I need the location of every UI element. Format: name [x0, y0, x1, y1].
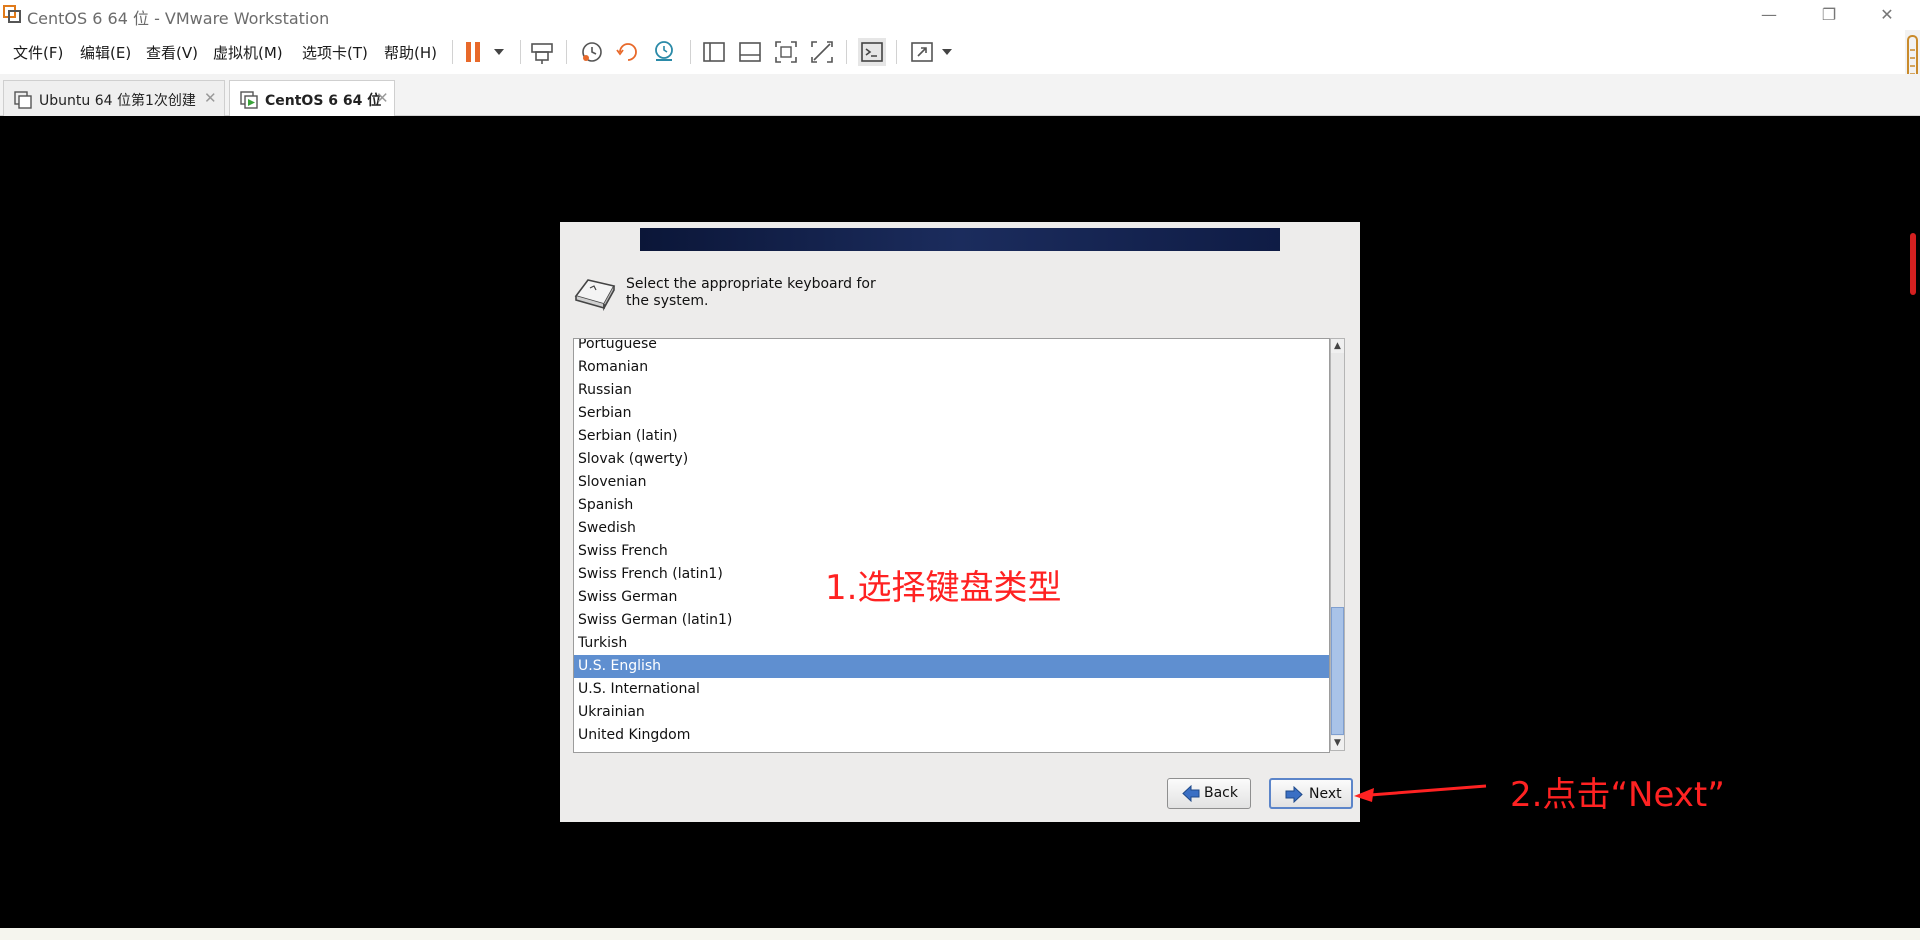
toolbar-separator [690, 40, 691, 64]
keyboard-list-item[interactable]: Turkish [574, 632, 1329, 655]
pause-icon[interactable] [460, 38, 488, 66]
installer-banner [640, 228, 1280, 251]
next-button-label: Next [1309, 786, 1342, 802]
keyboard-list-item[interactable]: Serbian (latin) [574, 425, 1329, 448]
window-title: CentOS 6 64 位 - VMware Workstation [27, 9, 330, 28]
tab-close-icon[interactable]: ✕ [376, 89, 389, 107]
stretch-icon[interactable] [908, 38, 936, 66]
keyboard-list-item[interactable]: Ukrainian [574, 701, 1329, 724]
full-screen-icon[interactable] [772, 38, 800, 66]
vm-running-tab-icon [240, 91, 258, 109]
scroll-up-icon[interactable]: ▲ [1331, 339, 1344, 353]
keyboard-list[interactable]: Portuguese Romanian Russian Serbian Serbian … [573, 338, 1330, 753]
back-arrow-icon [1182, 785, 1200, 802]
thumbnail-bar-icon[interactable] [736, 38, 764, 66]
stretch-dropdown-icon[interactable] [934, 38, 962, 66]
menu-help[interactable]: 帮助(H) [384, 42, 437, 63]
menu-edit[interactable]: 编辑(E) [80, 42, 131, 63]
tab-label: Ubuntu 64 位第1次创建 [39, 93, 196, 109]
keyboard-prompt: Select the appropriate keyboard for the … [626, 276, 876, 309]
toolbar-separator [846, 40, 847, 64]
keyboard-list-item[interactable]: Slovenian [574, 471, 1329, 494]
close-button[interactable]: ✕ [1864, 0, 1910, 30]
unity-icon[interactable] [808, 38, 836, 66]
scroll-down-icon[interactable]: ▼ [1331, 736, 1344, 750]
keyboard-list-item[interactable]: Swiss German (latin1) [574, 609, 1329, 632]
toolbar-separator [566, 40, 567, 64]
menu-file[interactable]: 文件(F) [13, 42, 63, 63]
next-button[interactable]: Next [1269, 778, 1353, 809]
keyboard-list-item[interactable]: Slovak (qwerty) [574, 448, 1329, 471]
snapshot-icon[interactable] [578, 38, 606, 66]
tab-bar: Ubuntu 64 位第1次创建 ✕ CentOS 6 64 位 ✕ [0, 74, 1920, 116]
console-view-icon[interactable] [858, 38, 886, 66]
keyboard-list-item[interactable]: Romanian [574, 356, 1329, 379]
vm-scroll-indicator [1910, 233, 1916, 295]
vmware-logo-icon [3, 5, 21, 23]
keyboard-list-item[interactable]: Swedish [574, 517, 1329, 540]
restore-button[interactable]: ❐ [1806, 0, 1852, 30]
tab-ubuntu[interactable]: Ubuntu 64 位第1次创建 ✕ [3, 80, 225, 116]
keyboard-list-item[interactable]: Spanish [574, 494, 1329, 517]
manage-snapshots-icon[interactable] [650, 38, 678, 66]
toolbar-separator [452, 40, 453, 64]
keyboard-list-scrollbar[interactable]: ▲ ▼ [1330, 338, 1345, 751]
menu-tabs[interactable]: 选项卡(T) [302, 42, 368, 63]
menu-view[interactable]: 查看(V) [146, 42, 198, 63]
installer-dialog: Select the appropriate keyboard for the … [560, 222, 1360, 822]
status-strip [0, 928, 1920, 940]
back-button[interactable]: Back [1167, 778, 1251, 809]
send-keys-icon[interactable] [528, 38, 556, 66]
back-button-label: Back [1204, 785, 1238, 801]
toolbar-separator [896, 40, 897, 64]
toolbar-separator [520, 40, 521, 64]
keyboard-icon [574, 279, 616, 312]
annotation-step2: 2.点击“Next” [1510, 775, 1725, 815]
annotation-step1: 1.选择键盘类型 [825, 568, 1062, 608]
keyboard-list-item[interactable]: Serbian [574, 402, 1329, 425]
title-bar: CentOS 6 64 位 - VMware Workstation — ❐ ✕ [0, 0, 1920, 30]
annotation-arrow-icon [1354, 784, 1487, 802]
show-library-icon[interactable] [700, 38, 728, 66]
keyboard-list-item[interactable]: United Kingdom [574, 724, 1329, 747]
tab-close-icon[interactable]: ✕ [204, 89, 217, 107]
tab-centos[interactable]: CentOS 6 64 位 ✕ [229, 80, 395, 116]
minimize-button[interactable]: — [1746, 0, 1792, 30]
keyboard-list-item[interactable]: Portuguese [574, 339, 1329, 356]
next-arrow-icon [1285, 786, 1303, 803]
menu-vm[interactable]: 虚拟机(M) [213, 42, 283, 63]
revert-snapshot-icon[interactable] [614, 38, 642, 66]
keyboard-list-item[interactable]: Russian [574, 379, 1329, 402]
scroll-thumb[interactable] [1331, 607, 1344, 735]
menu-toolbar: 文件(F) 编辑(E) 查看(V) 虚拟机(M) 选项卡(T) 帮助(H) [0, 30, 1920, 74]
keyboard-list-item[interactable]: U.S. International [574, 678, 1329, 701]
tab-label: CentOS 6 64 位 [265, 93, 382, 109]
keyboard-list-item[interactable]: U.S. English [574, 655, 1329, 678]
vm-tab-icon [14, 91, 32, 109]
dropdown-icon[interactable] [486, 38, 514, 66]
